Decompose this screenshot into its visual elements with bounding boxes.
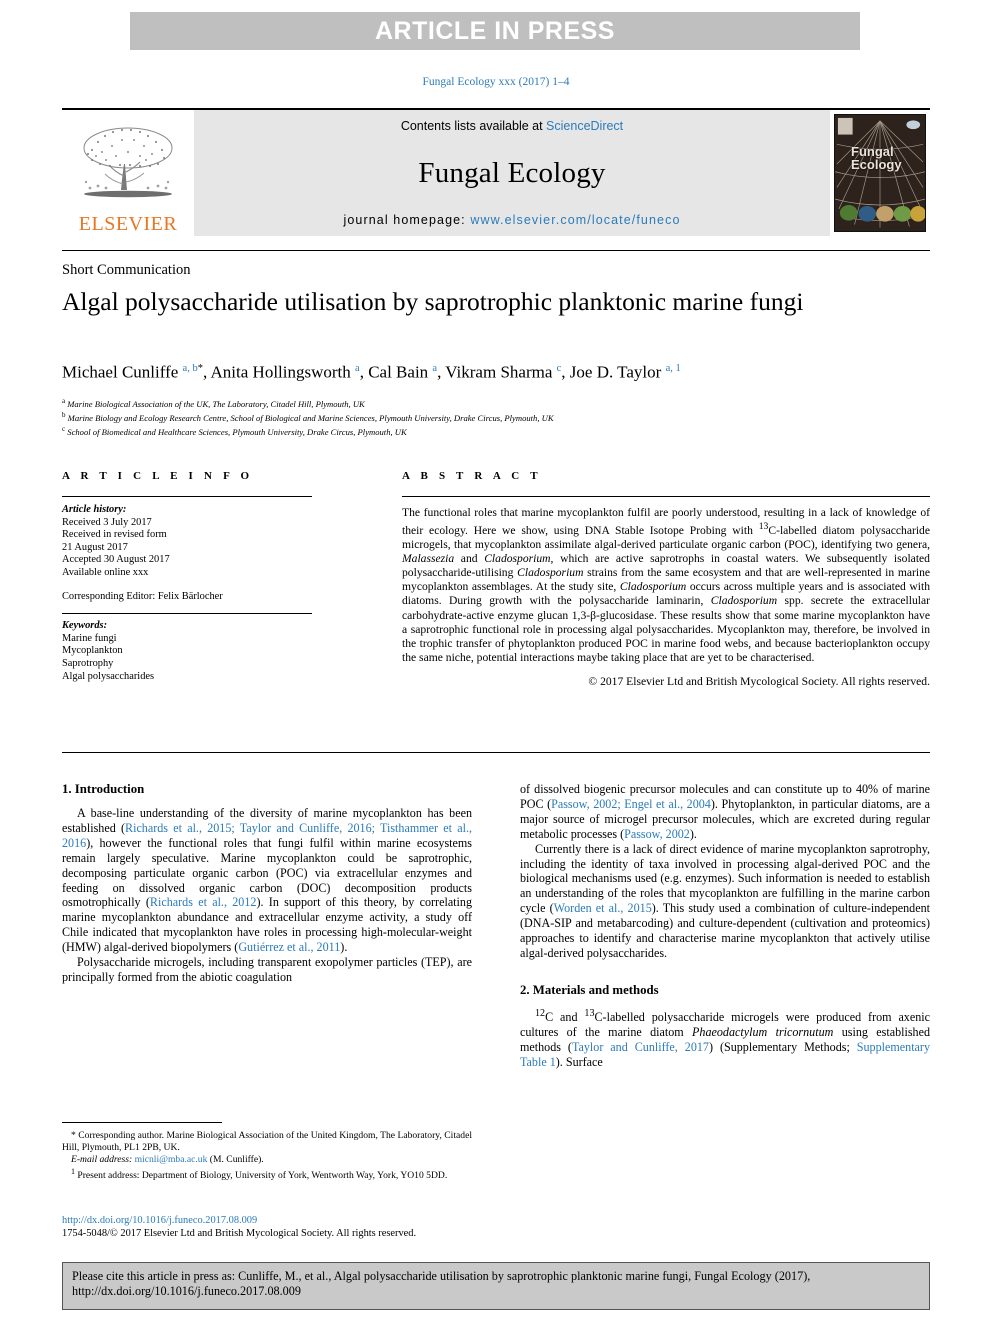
article-info-column: A R T I C L E I N F O Article history: R… bbox=[62, 470, 312, 683]
paper-page: ARTICLE IN PRESS Fungal Ecology xxx (201… bbox=[0, 0, 992, 1323]
cite-this-article-box: Please cite this article in press as: Cu… bbox=[62, 1262, 930, 1310]
abstract-rule bbox=[402, 496, 930, 497]
affiliation-mark: c bbox=[62, 425, 66, 434]
keyword-item: Marine fungi bbox=[62, 632, 117, 644]
abstract-column: A B S T R A C T The functional roles tha… bbox=[402, 470, 930, 688]
article-history-line: 21 August 2017 bbox=[62, 541, 128, 553]
affiliation-text: Marine Biology and Ecology Research Cent… bbox=[67, 412, 554, 423]
footnotes-block: * Corresponding author. Marine Biologica… bbox=[62, 1130, 472, 1182]
journal-cover-block: Fungal Ecology bbox=[830, 110, 930, 236]
intro-paragraph-4: Currently there is a lack of direct evid… bbox=[520, 841, 930, 960]
article-history-line: Available online xxx bbox=[62, 566, 149, 578]
footnote-present-address: 1 Present address: Department of Biology… bbox=[71, 1166, 448, 1181]
article-history: Article history: Received 3 July 2017 Re… bbox=[62, 504, 312, 603]
body-column-left: 1. Introduction A base-line understandin… bbox=[62, 782, 472, 985]
author-list: Michael Cunliffe a, b*, Anita Hollingswo… bbox=[62, 362, 681, 382]
article-history-line: Accepted 30 August 2017 bbox=[62, 554, 170, 566]
journal-masthead: ELSEVIER Contents lists available at Sci… bbox=[62, 108, 930, 238]
keyword-item: Algal polysaccharides bbox=[62, 670, 155, 682]
corresponding-editor: Corresponding Editor: Felix Bärlocher bbox=[62, 590, 223, 602]
intro-paragraph-2: Polysaccharide microgels, including tran… bbox=[62, 955, 472, 984]
mycelium-web-icon bbox=[835, 115, 925, 231]
journal-cover-image: Fungal Ecology bbox=[834, 114, 926, 232]
cover-title-line2: Ecology bbox=[851, 157, 902, 172]
affiliation-item: b Marine Biology and Ecology Research Ce… bbox=[62, 410, 930, 424]
doi-block: http://dx.doi.org/10.1016/j.funeco.2017.… bbox=[62, 1214, 502, 1240]
footnote-email: E-mail address: micnli@mba.ac.uk (M. Cun… bbox=[71, 1153, 264, 1165]
abstract-heading: A B S T R A C T bbox=[402, 470, 542, 482]
article-info-heading: A R T I C L E I N F O bbox=[62, 470, 254, 482]
affiliation-item: a Marine Biological Association of the U… bbox=[62, 396, 930, 410]
journal-homepage-link[interactable]: www.elsevier.com/locate/funeco bbox=[470, 213, 680, 227]
article-history-label: Article history: bbox=[62, 504, 127, 515]
keywords-label: Keywords: bbox=[62, 620, 108, 632]
sciencedirect-link[interactable]: ScienceDirect bbox=[546, 119, 623, 133]
cover-title: Fungal Ecology bbox=[851, 145, 902, 171]
elsevier-tree-icon bbox=[83, 127, 173, 198]
keyword-item: Mycoplankton bbox=[62, 645, 123, 657]
abstract-bottom-rule bbox=[62, 752, 930, 753]
contents-block: Contents lists available at ScienceDirec… bbox=[194, 110, 830, 236]
elsevier-logo: ELSEVIER bbox=[62, 110, 194, 236]
doi-link[interactable]: http://dx.doi.org/10.1016/j.funeco.2017.… bbox=[62, 1214, 502, 1227]
footnote-divider bbox=[62, 1122, 222, 1123]
issn-copyright-line: 1754-5048/© 2017 Elsevier Ltd and Britis… bbox=[62, 1228, 417, 1239]
abstract-body: The functional roles that marine mycopla… bbox=[402, 506, 931, 664]
article-type-label: Short Communication bbox=[62, 262, 191, 278]
affiliation-text: School of Biomedical and Healthcare Scie… bbox=[67, 426, 407, 437]
section-heading-introduction: 1. Introduction bbox=[62, 782, 145, 796]
footnote-corresponding-author: * Corresponding author. Marine Biologica… bbox=[62, 1130, 472, 1153]
article-history-line: Received 3 July 2017 bbox=[62, 516, 152, 528]
journal-title: Fungal Ecology bbox=[418, 156, 606, 189]
intro-paragraph-1: A base-line understanding of the diversi… bbox=[62, 806, 473, 955]
article-history-line: Received in revised form bbox=[62, 529, 167, 541]
keyword-item: Saprotrophy bbox=[62, 657, 114, 669]
intro-paragraph-3: of dissolved biogenic precursor molecule… bbox=[520, 782, 930, 841]
keywords-rule bbox=[62, 613, 312, 615]
elsevier-wordmark: ELSEVIER bbox=[78, 213, 178, 235]
journal-citation-line: Fungal Ecology xxx (2017) 1–4 bbox=[422, 76, 570, 88]
keywords-block: Keywords: Marine fungi Mycoplankton Sapr… bbox=[62, 620, 312, 683]
affiliation-list: a Marine Biological Association of the U… bbox=[62, 396, 930, 438]
affiliation-text: Marine Biological Association of the UK,… bbox=[67, 398, 365, 409]
body-column-right: of dissolved biogenic precursor molecule… bbox=[520, 782, 930, 1070]
contents-prefix: Contents lists available at bbox=[400, 119, 547, 133]
affiliation-mark: b bbox=[62, 411, 66, 420]
header-divider bbox=[62, 250, 930, 251]
affiliation-mark: a bbox=[62, 397, 66, 405]
contents-available-line: Contents lists available at ScienceDirec… bbox=[401, 119, 623, 133]
article-in-press-label: ARTICLE IN PRESS bbox=[375, 16, 615, 45]
homepage-prefix: journal homepage: bbox=[343, 213, 471, 227]
affiliation-item: c School of Biomedical and Healthcare Sc… bbox=[62, 424, 930, 438]
journal-homepage-line: journal homepage: www.elsevier.com/locat… bbox=[344, 213, 681, 227]
article-info-rule bbox=[62, 496, 312, 497]
page-title: Algal polysaccharide utilisation by sapr… bbox=[62, 287, 804, 316]
article-in-press-banner: ARTICLE IN PRESS bbox=[130, 12, 860, 50]
methods-paragraph-1: 12C and 13C-labelled polysaccharide micr… bbox=[520, 1007, 931, 1069]
section-heading-materials-and-methods: 2. Materials and methods bbox=[520, 982, 659, 997]
abstract-copyright: © 2017 Elsevier Ltd and British Mycologi… bbox=[588, 674, 930, 688]
